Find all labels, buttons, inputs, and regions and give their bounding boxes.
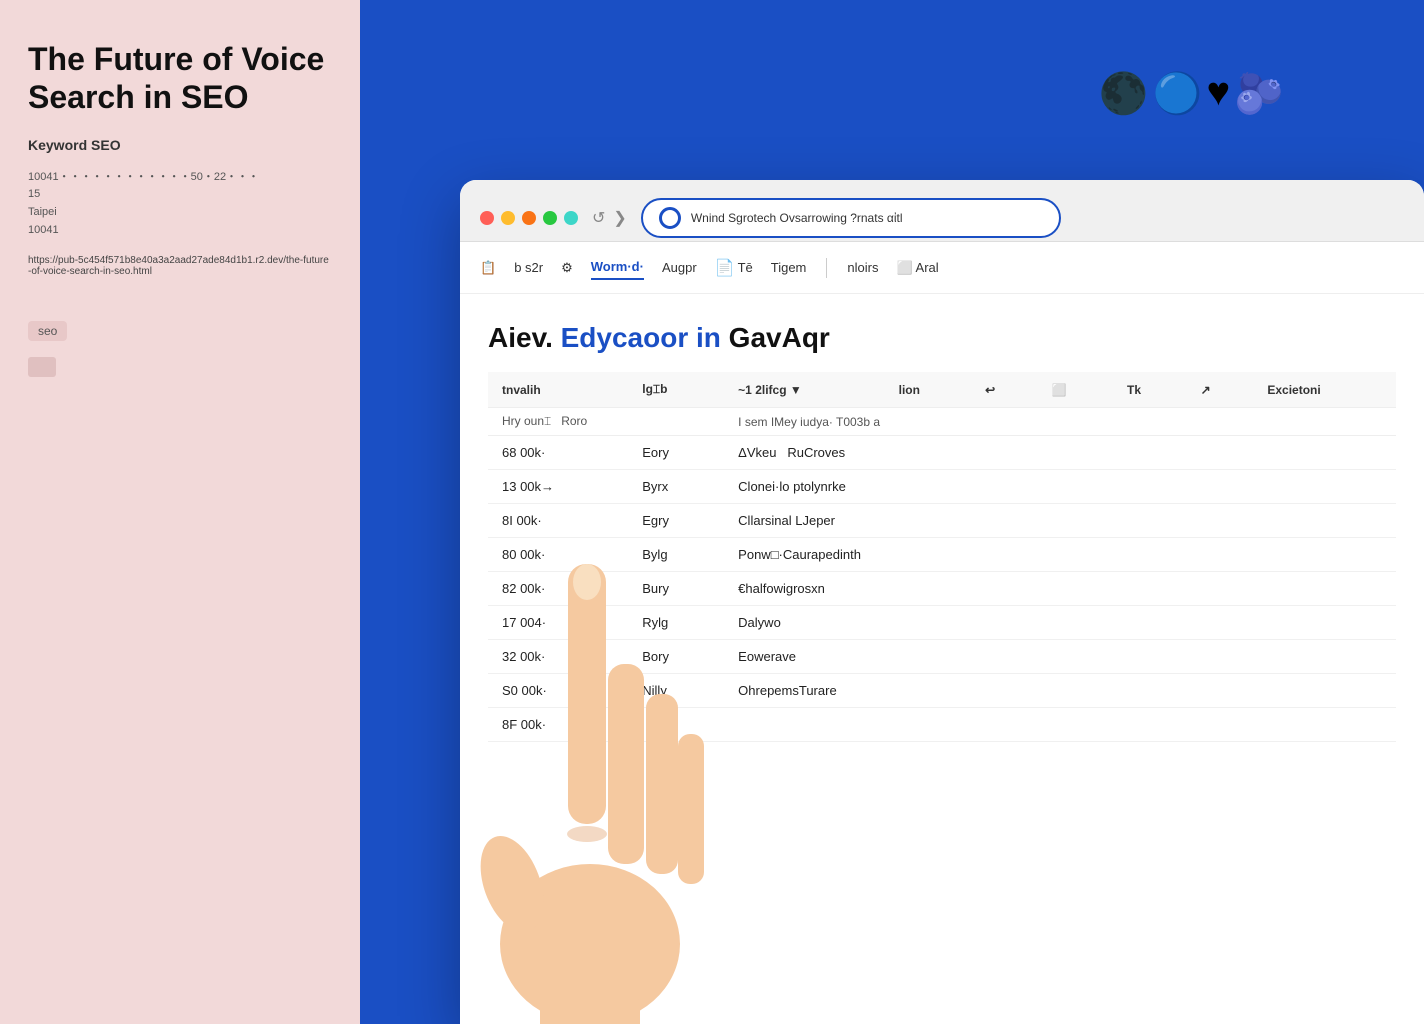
toolbar-item-b[interactable]: b s2r — [514, 256, 543, 279]
col-12lifcg: ~1 2lifcg ▼ — [724, 372, 884, 408]
browser-nav: ↺ ❯ — [592, 208, 627, 228]
tl-green[interactable] — [543, 211, 557, 225]
table-row: 8I 00k· Egry Cllarsinal LJeper — [488, 504, 1396, 538]
col-tk: Tk — [1113, 372, 1187, 408]
content-header: Aiev. Edycaoor in GavAqr — [488, 322, 1396, 354]
cell-metric2: Cllarsinal LJeper — [724, 504, 1396, 538]
col-lion: lion — [885, 372, 971, 408]
sidebar-icon-row — [28, 357, 332, 377]
forward-icon[interactable]: ❯ — [613, 208, 626, 228]
sidebar-meta: 10041・・・・・・・・・・・・50・22・・・ 15 Taipei 1004… — [28, 169, 332, 239]
cell-metric2 — [724, 708, 1396, 742]
emoji-2: 🔵 — [1153, 70, 1203, 117]
table-row: 17 004· Rylg Dalywo — [488, 606, 1396, 640]
cell-vol: 8F 00k· — [488, 708, 628, 742]
cell-metric2: Eowerave — [724, 640, 1396, 674]
cell-metric1: Eory — [628, 436, 724, 470]
sidebar-icon-box-1[interactable] — [28, 357, 56, 377]
cell-metric2: Dalywo — [724, 606, 1396, 640]
col-excietoni: Excietoni — [1253, 372, 1396, 408]
address-circle-icon — [659, 207, 681, 229]
col-invalih: tnvalih — [488, 372, 628, 408]
table-row: 32 00k· Bory Eowerave — [488, 640, 1396, 674]
cell-metric1 — [628, 708, 724, 742]
cell-metric2: ΔVkeu RuCroves — [724, 436, 1396, 470]
traffic-lights — [480, 211, 578, 225]
cell-vol: 68 00k· — [488, 436, 628, 470]
toolbar-item-nloirs[interactable]: nloirs — [847, 256, 878, 279]
tl-orange[interactable] — [522, 211, 536, 225]
address-text: Wnind Sgrotech Ovsarrowing ?rnats αἰtl — [691, 211, 903, 225]
table-row: 82 00k· Bury €halfowigrosxn — [488, 572, 1396, 606]
divider-1 — [826, 258, 827, 278]
toolbar-item-gear[interactable]: ⚙ — [561, 256, 573, 280]
cell-metric1: Bory — [628, 640, 724, 674]
cell-metric2: OhrepemsTurare — [724, 674, 1396, 708]
cell-vol: 32 00k· — [488, 640, 628, 674]
sidebar-url: https://pub-5c454f571b8e40a3a2aad27ade84… — [28, 255, 332, 277]
toolbar-item-worm[interactable]: Worm·d· — [591, 255, 644, 280]
subheader-right: I sem IMey iudya· T003b a — [724, 408, 1396, 436]
sidebar: The Future of Voice Search in SEO Keywor… — [0, 0, 360, 1024]
table-row: 8F 00k· — [488, 708, 1396, 742]
data-table: tnvalih lg⌶b ~1 2lifcg ▼ lion ↩ ⬜ Tk ↗ E… — [488, 372, 1396, 742]
browser-content: Aiev. Edycaoor in GavAqr tnvalih lg⌶b ~1… — [460, 294, 1424, 1024]
emoji-4: 🫐 — [1234, 70, 1284, 117]
emoji-1: 🌑 — [1099, 70, 1149, 117]
sidebar-tag[interactable]: seo — [28, 321, 67, 341]
col-box: ⬜ — [1038, 372, 1113, 408]
cell-metric1: Nilly — [628, 674, 724, 708]
toolbar-item-tigem[interactable]: Tigem — [771, 256, 807, 279]
cell-metric1: Rylg — [628, 606, 724, 640]
toolbar-item-te[interactable]: 📄 Tē — [715, 254, 753, 282]
back-icon[interactable]: ↺ — [592, 208, 605, 228]
cell-metric2: Clonei·lo ptolynrke — [724, 470, 1396, 504]
emoji-bar: 🌑 🔵 ♥ 🫐 — [1099, 70, 1284, 117]
col-lgtb: lg⌶b — [628, 372, 724, 408]
subheader-left: Hry oun⌶ Roro — [488, 408, 724, 436]
cell-vol: 13 00k→ — [488, 470, 628, 504]
sidebar-title: The Future of Voice Search in SEO — [28, 40, 332, 117]
tl-red[interactable] — [480, 211, 494, 225]
cell-vol: 80 00k· — [488, 538, 628, 572]
emoji-3: ♥ — [1206, 70, 1230, 117]
table-row: 68 00k· Eory ΔVkeu RuCroves — [488, 436, 1396, 470]
cell-metric1: Bury — [628, 572, 724, 606]
cell-metric1: Egry — [628, 504, 724, 538]
toolbar-item-cp[interactable]: 📋 — [480, 256, 496, 280]
toolbar-item-aral[interactable]: ⬜ Aral — [896, 256, 938, 280]
cell-metric1: Byrx — [628, 470, 724, 504]
browser-toolbar: 📋 b s2r ⚙ Worm·d· Augpr 📄 Tē Tigem nloir… — [460, 242, 1424, 294]
address-bar[interactable]: Wnind Sgrotech Ovsarrowing ?rnats αἰtl — [641, 198, 1061, 238]
col-arrow: ↩ — [971, 372, 1038, 408]
cell-metric2: €halfowigrosxn — [724, 572, 1396, 606]
col-diag: ↗ — [1187, 372, 1254, 408]
table-row: 80 00k· Bylg Ponw□·Caurapedinth — [488, 538, 1396, 572]
cell-metric2: Ponw□·Caurapedinth — [724, 538, 1396, 572]
cell-vol: 82 00k· — [488, 572, 628, 606]
browser-chrome: ↺ ❯ Wnind Sgrotech Ovsarrowing ?rnats αἰ… — [460, 180, 1424, 242]
browser-window: ↺ ❯ Wnind Sgrotech Ovsarrowing ?rnats αἰ… — [460, 180, 1424, 1024]
cell-vol: 8I 00k· — [488, 504, 628, 538]
cell-vol: S0 00k· — [488, 674, 628, 708]
cell-metric1: Bylg — [628, 538, 724, 572]
table-row: 13 00k→ Byrx Clonei·lo ptolynrke — [488, 470, 1396, 504]
sidebar-subtitle: Keyword SEO — [28, 137, 332, 153]
tl-teal[interactable] — [564, 211, 578, 225]
toolbar-item-augpr[interactable]: Augpr — [662, 256, 697, 279]
right-area: 🌑 🔵 ♥ 🫐 ↺ ❯ Wnind Sgrotech Ovsarrowing ?… — [360, 0, 1424, 1024]
tl-yellow[interactable] — [501, 211, 515, 225]
table-row: S0 00k· Nilly OhrepemsTurare — [488, 674, 1396, 708]
content-header-blue: Edycaoor in — [561, 322, 721, 353]
cell-vol: 17 004· — [488, 606, 628, 640]
